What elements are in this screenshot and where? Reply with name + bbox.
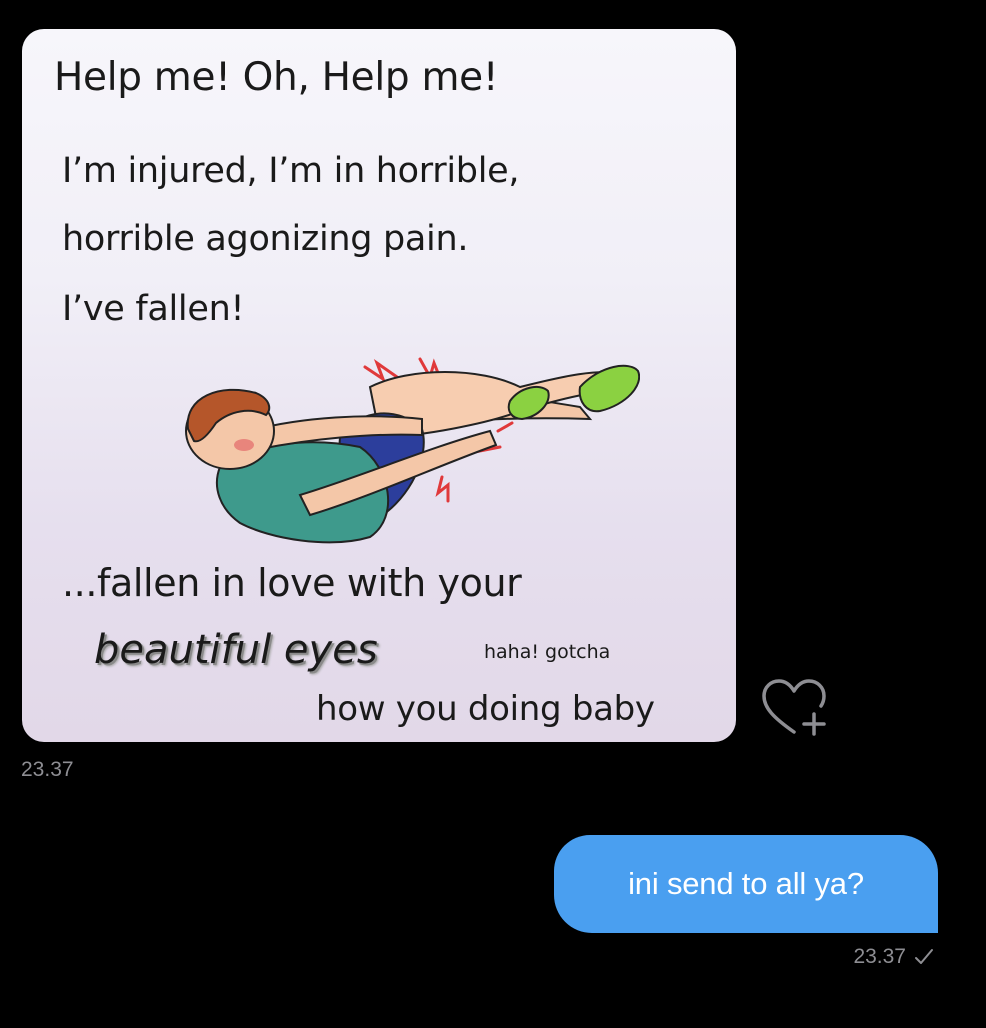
meme-line-3: I’ve fallen! <box>62 289 245 329</box>
image-message[interactable]: Help me! Oh, Help me! I’m injured, I’m i… <box>22 29 736 742</box>
sent-message-text: ini send to all ya? <box>628 866 864 901</box>
meme-title: Help me! Oh, Help me! <box>54 55 499 100</box>
sent-message-bubble[interactable]: ini send to all ya? <box>554 835 938 933</box>
sent-timestamp: 23.37 <box>853 945 906 968</box>
react-button[interactable] <box>760 678 830 738</box>
sent-meta: 23.37 <box>853 945 934 969</box>
chat-thread: Help me! Oh, Help me! I’m injured, I’m i… <box>0 0 986 1028</box>
received-timestamp: 23.37 <box>21 758 74 781</box>
meme-gotcha-text: haha! gotcha <box>484 641 611 663</box>
heart-plus-icon <box>762 679 826 736</box>
meme-line-6: how you doing baby <box>316 689 655 729</box>
meme-line-4: ...fallen in love with your <box>62 561 522 605</box>
meme-line-2: horrible agonizing pain. <box>62 219 469 259</box>
meme-line-1: I’m injured, I’m in horrible, <box>62 151 520 191</box>
meme-line-5: beautiful eyes <box>94 627 378 673</box>
injured-man-illustration <box>185 357 640 544</box>
check-icon <box>915 949 933 964</box>
